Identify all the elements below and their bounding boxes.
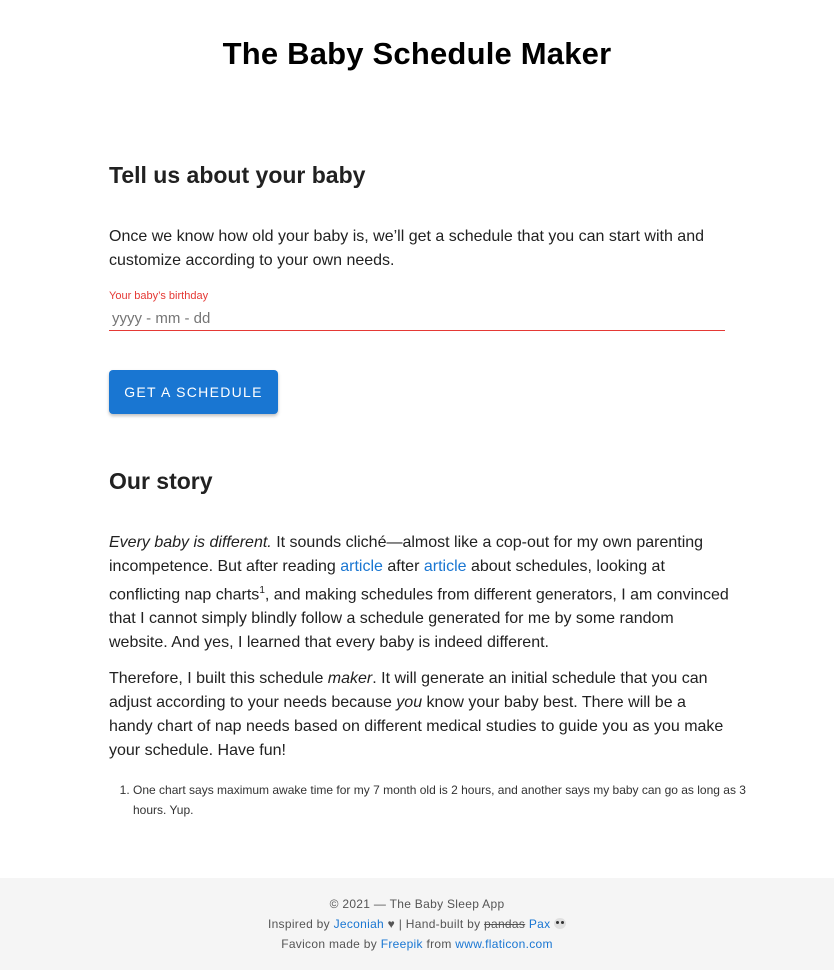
pax-link[interactable]: Pax	[529, 917, 551, 931]
flaticon-link[interactable]: www.flaticon.com	[455, 937, 553, 951]
struck-text: pandas	[484, 917, 526, 931]
credits-line: Inspired by Jeconiah ♥ | Hand-built by p…	[0, 917, 834, 931]
birthday-input[interactable]	[109, 307, 725, 331]
freepik-link[interactable]: Freepik	[381, 937, 423, 951]
favicon-credit: Favicon made by Freepik from www.flatico…	[0, 937, 834, 951]
story-text: after	[382, 558, 424, 575]
intro-description: Once we know how old your baby is, we’ll…	[109, 228, 704, 269]
intro-heading: Tell us about your baby	[109, 162, 366, 188]
get-schedule-button[interactable]: GET A SCHEDULE	[109, 370, 278, 414]
birthday-label: Your baby’s birthday	[109, 290, 209, 302]
favicon-text: from	[422, 937, 456, 951]
credits-text: Inspired by	[267, 917, 334, 931]
story-emphasis: Every baby is different.	[109, 534, 272, 551]
copyright: © 2021 — The Baby Sleep App	[329, 897, 505, 911]
article-link-1[interactable]: article	[340, 558, 383, 575]
page-title: The Baby Schedule Maker	[222, 36, 612, 71]
footer: © 2021 — The Baby Sleep App Inspired by …	[0, 878, 834, 970]
story-emphasis: you	[396, 694, 423, 711]
panda-icon	[554, 918, 567, 929]
story-text: Therefore, I built this schedule	[109, 670, 328, 687]
footnote-item: One chart says maximum awake time for my…	[133, 780, 753, 820]
story-emphasis: maker	[327, 670, 373, 687]
jeconiah-link[interactable]: Jeconiah	[334, 917, 384, 931]
story-paragraph-1: Every baby is different. It sounds clich…	[109, 531, 729, 655]
credits-text: ♥ | Hand-built by	[384, 917, 485, 931]
story-heading: Our story	[109, 468, 213, 494]
footnotes-list: One chart says maximum awake time for my…	[109, 780, 753, 820]
article-link-2[interactable]: article	[424, 558, 467, 575]
story-paragraph-2: Therefore, I built this schedule maker. …	[109, 667, 729, 763]
favicon-text: Favicon made by	[281, 937, 381, 951]
